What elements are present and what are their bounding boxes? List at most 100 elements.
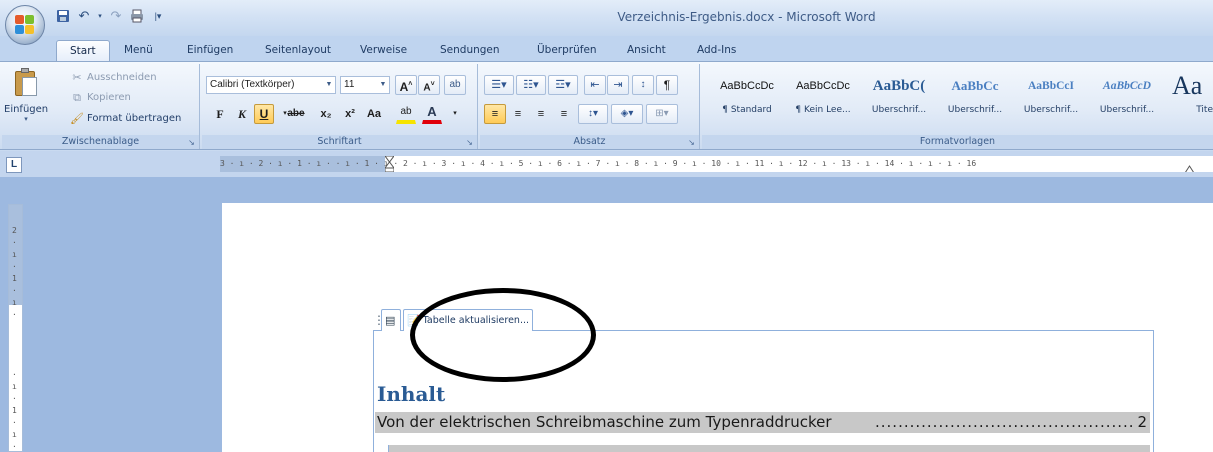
word-window: ↶ ▾ ↷ |▾ Verzeichnis-Ergebnis.docx - Mic… [0,0,1213,452]
horizontal-ruler[interactable]: 3 · ı · 2 · ı · 1 · ı · · ı · 1 · ı · 2 … [220,156,1213,172]
grow-font-button[interactable]: A˄ [395,75,417,95]
multilevel-list-icon[interactable]: ☲▾ [548,75,578,95]
format-painter-button[interactable]: 🖌 Format übertragen [70,110,181,128]
toc-entry-partial[interactable] [388,445,1150,452]
shading-icon[interactable]: ◈▾ [611,104,643,124]
tab-start[interactable]: Start [56,40,110,61]
toc-entry-page: 2 [1135,412,1147,433]
tab-ueberpruefen[interactable]: Überprüfen [537,40,597,61]
line-spacing-icon[interactable]: ↕▾ [578,104,608,124]
show-formatting-icon[interactable]: ¶ [656,75,678,95]
styles-group-label: Formatvorlagen [702,135,1213,149]
style-heading-3[interactable]: AaBbCcI Überschrif... [1014,67,1088,133]
italic-button[interactable]: K [232,104,252,124]
paragraph-group-label: Absatz [480,135,699,149]
font-color-dropdown-icon[interactable]: ▾ [445,104,465,124]
right-indent-marker-icon[interactable] [1185,163,1194,172]
borders-icon[interactable]: ⊞▾ [646,104,678,124]
annotation-circle [410,288,596,382]
toc-entry[interactable]: Von der elektrischen Schreibmaschine zum… [375,412,1150,433]
toc-menu-button[interactable]: ▤ [381,308,401,331]
subscript-button[interactable]: x₂ [316,104,336,124]
clipboard-group: Einfügen ▾ ✂ Ausschneiden ⧉ Kopieren 🖌 F… [2,64,200,149]
underline-button[interactable]: U [254,104,274,124]
style-heading-4[interactable]: AaBbCcD Überschrif... [1090,67,1164,133]
style-heading-2[interactable]: AaBbCc Überschrif... [938,67,1012,133]
document-icon: ▤ [385,313,396,327]
grip-icon[interactable]: ⋮ [373,310,385,330]
sort-icon[interactable]: ↕ [632,75,654,95]
clipboard-launcher-icon[interactable]: ↘ [187,138,196,147]
font-size-value: 11 [344,79,355,90]
tab-ansicht[interactable]: Ansicht [627,40,666,61]
tab-menu[interactable]: Menü [124,40,153,61]
font-family-combo[interactable]: Calibri (Textkörper) ▼ [206,76,336,94]
chevron-down-icon: ▼ [379,81,387,88]
cut-label: Ausschneiden [87,72,157,83]
increase-indent-icon[interactable]: ⇥ [607,75,629,95]
office-logo-icon [15,15,35,35]
font-launcher-icon[interactable]: ↘ [465,138,474,147]
paragraph-launcher-icon[interactable]: ↘ [687,138,696,147]
tab-sendungen[interactable]: Sendungen [440,40,500,61]
copy-icon: ⧉ [73,91,81,104]
copy-label: Kopieren [87,92,131,103]
style-standard[interactable]: AaBbCcDc ¶ Standard [710,67,784,133]
tab-add-ins[interactable]: Add-Ins [697,40,736,61]
ribbon: Einfügen ▾ ✂ Ausschneiden ⧉ Kopieren 🖌 F… [0,61,1213,150]
vertical-ruler-scale: 2·ı·1·ı··ı·1·ı·2 [12,226,17,451]
style-heading-1[interactable]: AaBbC( Überschrif... [862,67,936,133]
style-no-spacing[interactable]: AaBbCcDc ¶ Kein Lee... [786,67,860,133]
style-sample: AaBbCc [951,78,999,93]
justify-icon[interactable]: ≡ [553,104,575,124]
bullets-icon[interactable]: ☰▾ [484,75,514,95]
align-center-icon[interactable]: ≡ [507,104,529,124]
bold-button[interactable]: F [210,104,230,124]
paste-dropdown-icon[interactable]: ▾ [4,115,48,123]
window-title: Verzeichnis-Ergebnis.docx - Microsoft Wo… [617,10,876,24]
style-name: ¶ Kein Lee... [795,105,851,115]
style-name: Überschrif... [947,105,1003,115]
style-sample: AaBbC( [872,78,926,94]
copy-button[interactable]: ⧉ Kopieren [70,89,131,107]
style-sample: AaBbCcI [1027,80,1074,92]
numbering-icon[interactable]: ☷▾ [516,75,546,95]
align-left-icon[interactable]: ≡ [484,104,506,124]
paragraph-group: ☰▾ ☷▾ ☲▾ ⇤ ⇥ ↕ ¶ ≡ ≡ ≡ ≡ ↕▾ ◈▾ ⊞▾ Absatz… [480,64,700,149]
decrease-indent-icon[interactable]: ⇤ [584,75,606,95]
style-name: Überschrif... [1023,105,1079,115]
scissors-icon: ✂ [72,71,82,84]
clear-formatting-icon[interactable]: ab [444,75,466,95]
style-sample: AaBbCcD [1103,80,1151,92]
align-right-icon[interactable]: ≡ [530,104,552,124]
superscript-button[interactable]: x² [340,104,360,124]
tab-seitenlayout[interactable]: Seitenlayout [265,40,331,61]
highlight-button[interactable]: ab [396,104,416,124]
ribbon-tabs: Start Menü Einfügen Seitenlayout Verweis… [0,36,1213,61]
style-name: Tite [1196,105,1213,115]
paste-icon [13,68,39,98]
paste-button[interactable]: Einfügen ▾ [4,66,48,128]
font-group-label: Schriftart [202,135,477,149]
font-color-button[interactable]: A [422,104,442,124]
tab-einfuegen[interactable]: Einfügen [187,40,233,61]
style-title[interactable]: Aa Tite [1166,67,1213,133]
shrink-font-button[interactable]: A˅ [418,75,440,95]
tab-stop-icon[interactable]: L [6,157,22,173]
office-button[interactable] [5,5,45,45]
clipboard-group-label: Zwischenablage [2,135,199,149]
ruler-scale: 3 · ı · 2 · ı · 1 · ı · · ı · 1 · ı · 2 … [220,159,977,168]
font-size-combo[interactable]: 11 ▼ [340,76,390,94]
tab-verweise[interactable]: Verweise [360,40,407,61]
change-case-button[interactable]: Aa [364,104,384,124]
toc-entry-leader: ........................................… [875,413,1136,431]
vertical-ruler[interactable]: 2·ı·1·ı··ı·1·ı·2 [8,204,23,452]
indent-marker-icon[interactable] [384,156,395,172]
title-bar: ↶ ▾ ↷ |▾ Verzeichnis-Ergebnis.docx - Mic… [0,0,1213,45]
style-sample: Aa [1172,71,1203,100]
ruler-bar: L 3 · ı · 2 · ı · 1 · ı · · ı · 1 · ı · … [0,151,1213,177]
style-name: Überschrif... [871,105,927,115]
style-sample: AaBbCcDc [720,80,774,92]
cut-button[interactable]: ✂ Ausschneiden [70,69,157,87]
strikethrough-button[interactable]: abe [286,104,306,124]
